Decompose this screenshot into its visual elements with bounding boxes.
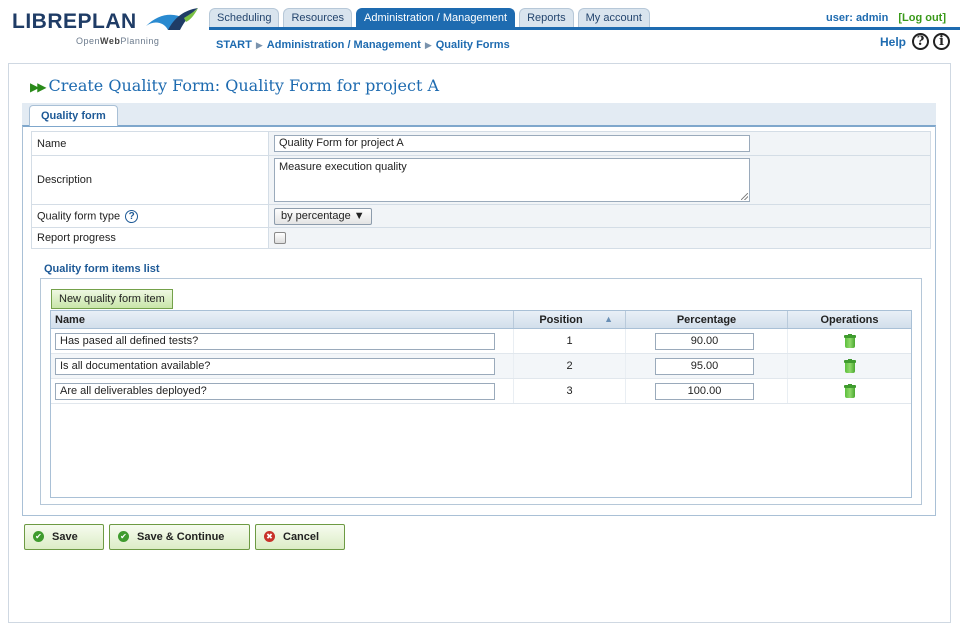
- breadcrumb: START ▶ Administration / Management ▶ Qualit…: [216, 39, 510, 51]
- col-name-header[interactable]: Name: [51, 311, 514, 329]
- item-name-field[interactable]: Has pased all defined tests?: [55, 332, 495, 350]
- help-icon[interactable]: ?: [912, 33, 929, 50]
- info-icon[interactable]: i: [933, 33, 950, 50]
- cancel-button[interactable]: ✖ Cancel: [255, 524, 345, 550]
- report-progress-checkbox[interactable]: [274, 232, 286, 245]
- help-label[interactable]: Help: [880, 35, 906, 49]
- logo-wordmark: LIBREPLAN: [12, 10, 137, 33]
- name-field[interactable]: Quality Form for project A: [274, 135, 750, 152]
- item-percentage-field[interactable]: 95.00: [655, 357, 754, 375]
- save-label: Save: [52, 531, 78, 543]
- main-nav: Scheduling Resources Administration / Ma…: [209, 8, 650, 27]
- cancel-label: Cancel: [283, 531, 320, 543]
- trash-icon[interactable]: [843, 334, 856, 348]
- user-box: user: admin [Log out]: [826, 12, 946, 24]
- sort-icon[interactable]: ▲: [604, 314, 613, 324]
- dropdown-arrow-icon: ▼: [353, 209, 365, 222]
- tab-administration[interactable]: Administration / Management: [356, 8, 516, 27]
- item-percentage-field[interactable]: 100.00: [655, 382, 754, 400]
- form-grid: Name Quality Form for project A Descript…: [31, 131, 931, 249]
- save-button[interactable]: ✔ Save: [24, 524, 104, 550]
- item-percentage-field[interactable]: 90.00: [655, 332, 754, 350]
- resize-grip-icon[interactable]: [741, 193, 748, 200]
- breadcrumb-admin[interactable]: Administration / Management: [267, 39, 421, 51]
- description-value: Measure execution quality: [279, 161, 407, 173]
- tab-resources[interactable]: Resources: [283, 8, 353, 27]
- app-logo: LIBREPLAN OpenWebPlanning: [12, 4, 198, 50]
- description-field[interactable]: Measure execution quality: [274, 158, 750, 202]
- breadcrumb-start[interactable]: START: [216, 39, 252, 51]
- page-title-text: Create Quality Form: Quality Form for pr…: [48, 76, 440, 95]
- tab-quality-form[interactable]: Quality form: [29, 105, 118, 126]
- table-row: Is all documentation available? 2 95.00: [51, 353, 911, 379]
- col-percentage-header[interactable]: Percentage: [625, 311, 788, 329]
- col-position-header[interactable]: Position ▲: [513, 311, 626, 329]
- user-label: user: admin: [825, 12, 889, 24]
- items-grid: Name Position ▲ Percentage Operations Has…: [50, 310, 912, 498]
- breadcrumb-quality-forms[interactable]: Quality Forms: [436, 39, 510, 51]
- trash-icon[interactable]: [843, 384, 856, 398]
- save-continue-label: Save & Continue: [137, 531, 225, 543]
- logo-tagline: OpenWebPlanning: [76, 36, 160, 46]
- table-row: Has pased all defined tests? 1 90.00: [51, 328, 911, 354]
- help-area: Help ? i: [880, 33, 950, 50]
- nav-underline: [209, 27, 960, 30]
- item-position: 3: [513, 378, 626, 404]
- check-icon: ✔: [118, 530, 129, 542]
- type-label: Quality form type: [37, 209, 121, 222]
- table-row: Are all deliverables deployed? 3 100.00: [51, 378, 911, 404]
- page-title: ▶▶ Create Quality Form: Quality Form for …: [30, 76, 439, 95]
- col-position-label: Position: [539, 313, 583, 326]
- check-icon: ✔: [33, 530, 44, 542]
- trash-icon[interactable]: [843, 359, 856, 373]
- item-position: 2: [513, 353, 626, 379]
- type-select-value: by percentage: [281, 209, 351, 222]
- item-position: 1: [513, 328, 626, 354]
- report-progress-label: Report progress: [31, 227, 269, 249]
- logo-bird-icon: [146, 8, 198, 30]
- save-and-continue-button[interactable]: ✔ Save & Continue: [109, 524, 250, 550]
- item-name-field[interactable]: Is all documentation available?: [55, 357, 495, 375]
- new-quality-form-item-button[interactable]: New quality form item: [51, 289, 173, 309]
- question-icon[interactable]: ?: [125, 209, 139, 223]
- cancel-icon: ✖: [264, 530, 275, 542]
- logout-link[interactable]: [Log out]: [898, 12, 946, 24]
- items-list-title: Quality form items list: [44, 263, 160, 275]
- title-arrow-icon: ▶▶: [30, 80, 47, 94]
- breadcrumb-arrow-icon: ▶: [424, 40, 432, 50]
- quality-form-type-select[interactable]: by percentage ▼: [274, 207, 372, 225]
- col-operations-header: Operations: [787, 311, 911, 329]
- name-label: Name: [31, 131, 269, 156]
- description-label: Description: [31, 155, 269, 205]
- tab-my-account[interactable]: My account: [577, 8, 650, 27]
- item-name-field[interactable]: Are all deliverables deployed?: [55, 382, 495, 400]
- tab-scheduling[interactable]: Scheduling: [209, 8, 280, 27]
- tab-reports[interactable]: Reports: [519, 8, 574, 27]
- breadcrumb-arrow-icon: ▶: [255, 40, 263, 50]
- form-tab-bar: [22, 103, 936, 125]
